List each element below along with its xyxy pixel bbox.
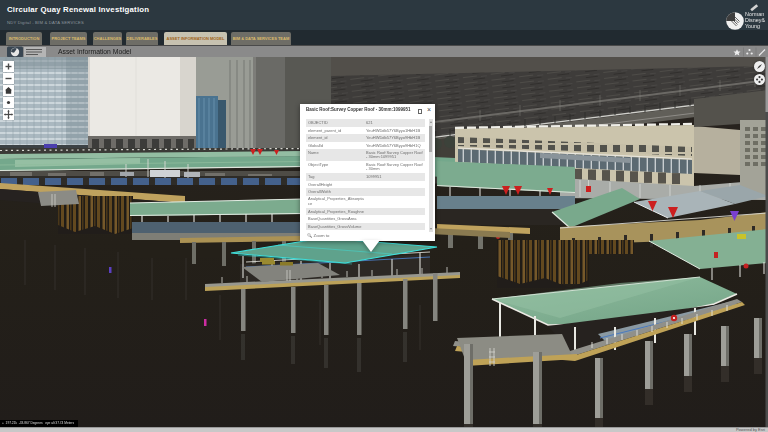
svg-text:Young: Young xyxy=(745,23,760,29)
